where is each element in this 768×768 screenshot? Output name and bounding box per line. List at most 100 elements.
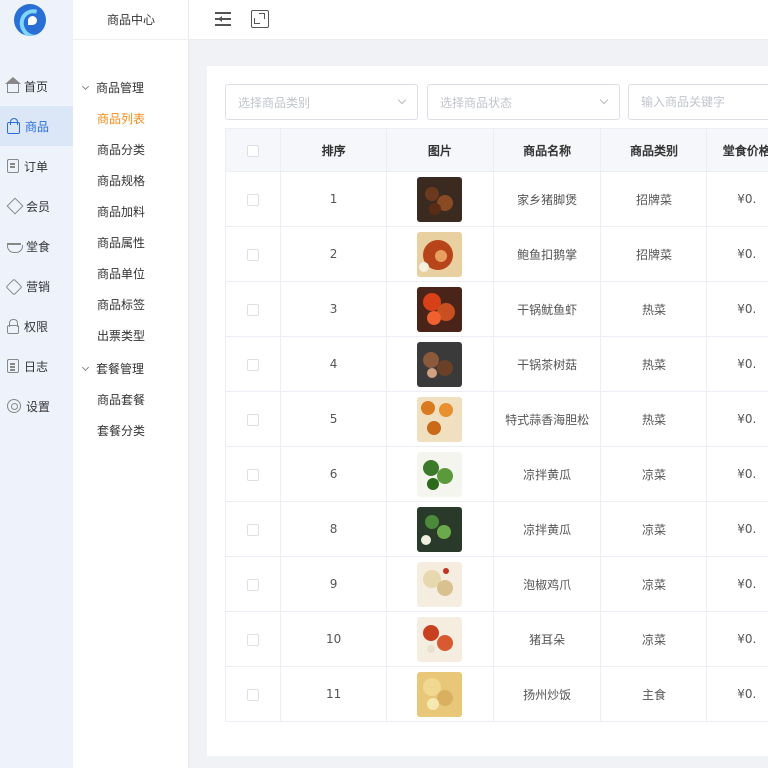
image-cell	[385, 281, 494, 337]
product-image[interactable]	[417, 506, 463, 552]
category-cell: 热菜	[600, 336, 708, 392]
product-table: 排序 图片 商品名称 商品类别 堂食价格 1 家乡猪脚煲 招牌菜 ¥0. 2 鲍鱼扣鹅掌招…	[224, 128, 768, 722]
category-cell: 热菜	[600, 281, 708, 337]
table-row[interactable]: 10 猪耳朵 凉菜 ¥0.	[224, 611, 768, 667]
product-name-cell: 猪耳朵	[492, 611, 602, 667]
collapse-menu-icon[interactable]	[215, 10, 233, 28]
submenu-item[interactable]: 商品属性	[97, 234, 145, 251]
row-checkbox[interactable]	[247, 303, 260, 316]
row-checkbox[interactable]	[247, 248, 260, 261]
row-checkbox[interactable]	[247, 523, 260, 536]
order-cell: 3	[280, 281, 387, 337]
image-cell	[385, 666, 494, 722]
submenu-group-label: 套餐管理	[96, 362, 145, 376]
submenu-item[interactable]: 商品列表	[97, 110, 145, 127]
table-row[interactable]: 6 凉拌黄瓜 凉菜 ¥0.	[224, 446, 768, 502]
submenu-item[interactable]: 商品规格	[97, 172, 145, 189]
submenu-group-1[interactable]: 套餐管理	[81, 360, 145, 377]
table-row[interactable]: 9 泡椒鸡爪 凉菜 ¥0.	[224, 556, 768, 612]
table-row[interactable]: 2 鲍鱼扣鹅掌 招牌菜 ¥0.	[224, 226, 768, 282]
rail-item-2[interactable]: 订单	[0, 146, 73, 186]
submenu-item[interactable]: 商品加料	[97, 203, 145, 220]
select-all-cell	[224, 128, 282, 172]
product-name-cell: 家乡猪脚煲	[492, 171, 602, 227]
row-checkbox[interactable]	[247, 413, 260, 426]
dine-in-price-cell: ¥0.	[706, 171, 768, 227]
row-checkbox[interactable]	[247, 578, 260, 591]
image-cell	[385, 446, 494, 502]
status-select[interactable]: 选择商品状态	[427, 84, 620, 120]
product-name-cell: 干锅鱿鱼虾	[492, 281, 602, 337]
product-list-card: 选择商品类别 选择商品状态 排序 图片 商品名称 商品类别 堂食价格 1 家乡猪脚…	[207, 66, 768, 756]
chevron-down-icon	[397, 95, 407, 105]
product-name-cell: 泡椒鸡爪	[492, 556, 602, 612]
rail-item-7[interactable]: 日志	[0, 346, 73, 386]
rail-item-1[interactable]: 商品	[0, 106, 73, 146]
row-checkbox[interactable]	[247, 468, 260, 481]
column-header-order[interactable]: 排序	[280, 128, 387, 172]
submenu-item[interactable]: 商品分类	[97, 141, 145, 158]
column-header-image: 图片	[385, 128, 494, 172]
dine-in-price-cell: ¥0.	[706, 446, 768, 502]
order-cell: 2	[280, 226, 387, 282]
table-header-row: 排序 图片 商品名称 商品类别 堂食价格	[224, 128, 768, 172]
rail-item-8[interactable]: 设置	[0, 386, 73, 426]
row-select-cell	[224, 446, 282, 502]
table-row[interactable]: 4 干锅茶树菇 热菜 ¥0.	[224, 336, 768, 392]
product-name-cell: 鲍鱼扣鹅掌	[492, 226, 602, 282]
lock-icon	[7, 318, 19, 334]
product-image[interactable]	[417, 396, 463, 442]
row-checkbox[interactable]	[247, 358, 260, 371]
status-select-placeholder: 选择商品状态	[440, 95, 513, 110]
column-header-category[interactable]: 商品类别	[600, 128, 708, 172]
submenu-group-label: 商品管理	[96, 81, 145, 95]
product-image[interactable]	[417, 561, 463, 607]
submenu-item[interactable]: 商品单位	[97, 265, 145, 282]
row-checkbox[interactable]	[247, 688, 260, 701]
category-cell: 凉菜	[600, 611, 708, 667]
product-image[interactable]	[417, 231, 463, 277]
product-image[interactable]	[417, 671, 463, 717]
product-image[interactable]	[417, 451, 463, 497]
select-all-checkbox[interactable]	[247, 144, 260, 157]
product-image[interactable]	[417, 616, 463, 662]
top-bar	[189, 0, 768, 40]
home-icon	[5, 77, 21, 93]
rail-item-3[interactable]: 会员	[0, 186, 73, 226]
order-cell: 6	[280, 446, 387, 502]
keyword-field[interactable]	[628, 84, 768, 120]
category-select-placeholder: 选择商品类别	[238, 95, 311, 110]
rail-item-6[interactable]: 权限	[0, 306, 73, 346]
row-checkbox[interactable]	[247, 193, 260, 206]
product-image[interactable]	[417, 341, 463, 387]
chevron-down-icon	[599, 95, 609, 105]
submenu-item[interactable]: 套餐分类	[97, 422, 145, 439]
order-cell: 5	[280, 391, 387, 447]
submenu-item[interactable]: 商品套餐	[97, 391, 145, 408]
table-row[interactable]: 8 凉拌黄瓜 凉菜 ¥0.	[224, 501, 768, 557]
product-image[interactable]	[417, 176, 463, 222]
app-logo[interactable]	[14, 4, 46, 36]
submenu-item[interactable]: 出票类型	[97, 327, 145, 344]
dine-in-price-cell: ¥0.	[706, 556, 768, 612]
table-row[interactable]: 11 扬州炒饭 主食 ¥0.	[224, 666, 768, 722]
category-select[interactable]: 选择商品类别	[225, 84, 418, 120]
keyword-input[interactable]	[641, 95, 768, 109]
column-header-dine-in-price[interactable]: 堂食价格	[706, 128, 768, 172]
submenu-group-0[interactable]: 商品管理	[81, 79, 145, 96]
rail-item-5[interactable]: 营销	[0, 266, 73, 306]
image-cell	[385, 611, 494, 667]
column-header-name[interactable]: 商品名称	[492, 128, 602, 172]
table-row[interactable]: 1 家乡猪脚煲 招牌菜 ¥0.	[224, 171, 768, 227]
table-row[interactable]: 5 特式蒜香海胆松 热菜 ¥0.	[224, 391, 768, 447]
rail-item-0[interactable]: 首页	[0, 66, 73, 106]
fullscreen-icon[interactable]	[251, 10, 269, 28]
dine-in-price-cell: ¥0.	[706, 391, 768, 447]
settings-gear-icon	[7, 399, 21, 413]
rail-item-4[interactable]: 堂食	[0, 226, 73, 266]
product-image[interactable]	[417, 286, 463, 332]
submenu-item[interactable]: 商品标签	[97, 296, 145, 313]
table-row[interactable]: 3 干锅鱿鱼虾 热菜 ¥0.	[224, 281, 768, 337]
chevron-down-icon	[81, 363, 90, 371]
row-checkbox[interactable]	[247, 633, 260, 646]
